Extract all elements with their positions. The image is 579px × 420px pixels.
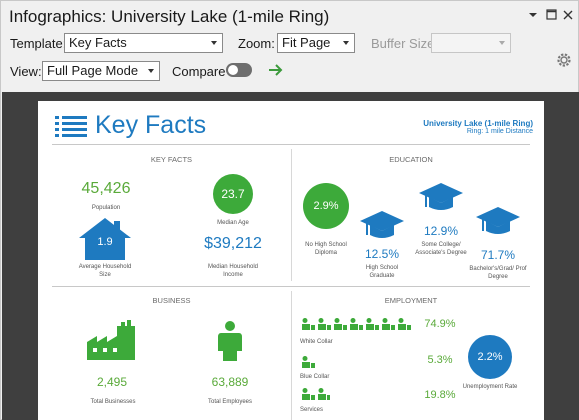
services-value: 19.8%	[424, 389, 456, 401]
settings-gear-icon[interactable]	[555, 51, 573, 69]
bachelors-label: Bachelor's/Grad/ Prof Degree	[469, 266, 527, 280]
zoom-label: Zoom:	[238, 36, 275, 51]
population-value: 45,426	[81, 180, 131, 197]
business-heading: BUSINESS	[152, 296, 191, 305]
white-collar-value: 74.9%	[424, 318, 456, 330]
no-high-school-label: No High School Diploma	[305, 242, 347, 256]
location-ring: Ring: 1 mile Distance	[466, 128, 533, 135]
go-arrow-icon[interactable]	[267, 61, 285, 79]
view-select-value: Full Page Mode	[47, 63, 139, 78]
high-school-label: High School Graduate	[365, 265, 399, 279]
pin-dropdown-button[interactable]	[526, 9, 540, 23]
factory-icon	[87, 320, 135, 360]
compare-toggle[interactable]	[226, 63, 252, 77]
close-icon	[563, 10, 573, 20]
report-title: Key Facts	[95, 111, 207, 139]
chevron-down-icon	[499, 41, 505, 45]
high-school-value: 12.5%	[364, 247, 400, 261]
household-income-value: $39,212	[204, 235, 262, 252]
total-employees-value: 63,889	[211, 375, 249, 389]
median-age-label: Median Age	[217, 220, 249, 226]
population-label: Population	[91, 205, 121, 211]
maximize-icon	[545, 9, 557, 20]
close-button[interactable]	[561, 9, 575, 23]
blue-collar-worker-icon	[302, 356, 315, 368]
chevron-down-icon	[148, 69, 154, 73]
unemployment-rate-badge: 2.2%	[468, 335, 512, 379]
employment-heading: EMPLOYMENT	[384, 296, 438, 305]
list-icon	[55, 116, 87, 137]
template-select[interactable]: Key Facts	[64, 33, 223, 53]
key-facts-heading: KEY FACTS	[150, 155, 193, 164]
total-businesses-label: Total Businesses	[90, 399, 136, 405]
no-high-school-badge: 2.9%	[303, 183, 349, 229]
buffer-size-label: Buffer Size:	[371, 36, 438, 51]
no-high-school-value: 2.9%	[313, 200, 339, 212]
person-icon	[218, 321, 242, 361]
location-name: University Lake (1-mile Ring)	[423, 119, 533, 128]
household-size-value: 1.9	[97, 236, 113, 248]
infographic-page: Key Facts University Lake (1-mile Ring) …	[38, 101, 544, 420]
divider	[52, 286, 530, 287]
divider	[291, 149, 292, 281]
view-select[interactable]: Full Page Mode	[42, 61, 160, 81]
buffer-size-select[interactable]	[431, 33, 511, 53]
view-label: View:	[10, 64, 42, 79]
divider	[52, 144, 530, 145]
maximize-button[interactable]	[544, 9, 558, 23]
title-bar: Infographics: University Lake (1-mile Ri…	[1, 1, 578, 31]
zoom-select-value: Fit Page	[282, 35, 331, 50]
education-heading: EDUCATION	[389, 155, 433, 164]
total-employees-label: Total Employees	[207, 399, 253, 405]
total-businesses-value: 2,495	[96, 375, 128, 389]
bachelors-value: 71.7%	[480, 248, 516, 262]
chevron-down-icon	[343, 41, 349, 45]
compare-label: Compare	[172, 64, 226, 79]
graduation-cap-icon	[476, 207, 520, 234]
white-collar-workers-icon	[302, 318, 411, 330]
service-workers-icon	[302, 388, 330, 400]
services-label: Services	[300, 407, 324, 413]
chevron-down-icon	[211, 41, 217, 45]
zoom-select[interactable]: Fit Page	[277, 33, 355, 53]
unemployment-rate-value: 2.2%	[477, 351, 503, 363]
report-canvas[interactable]: Key Facts University Lake (1-mile Ring) …	[2, 92, 579, 420]
white-collar-label: White Collar	[300, 339, 333, 345]
toggle-knob	[228, 65, 238, 75]
divider	[291, 291, 292, 420]
graduation-cap-icon	[360, 211, 404, 238]
window-title: Infographics: University Lake (1-mile Ri…	[9, 7, 330, 26]
median-age-badge: 23.7	[213, 174, 253, 214]
household-size-label: Average Household Size	[78, 264, 132, 278]
some-college-value: 12.9%	[423, 224, 459, 238]
graduation-cap-icon	[419, 183, 463, 210]
some-college-label: Some College/ Associate's Degree	[415, 242, 467, 256]
template-label: Template:	[10, 36, 67, 51]
median-age-value: 23.7	[221, 187, 245, 201]
household-income-label: Median Household Income	[207, 264, 259, 278]
blue-collar-label: Blue Collar	[300, 374, 330, 380]
blue-collar-value: 5.3%	[427, 354, 453, 366]
unemployment-rate-label: Unemployment Rate	[462, 384, 518, 390]
template-select-value: Key Facts	[69, 35, 127, 50]
infographics-window: Infographics: University Lake (1-mile Ri…	[0, 0, 579, 420]
chevron-down-icon	[529, 13, 537, 17]
